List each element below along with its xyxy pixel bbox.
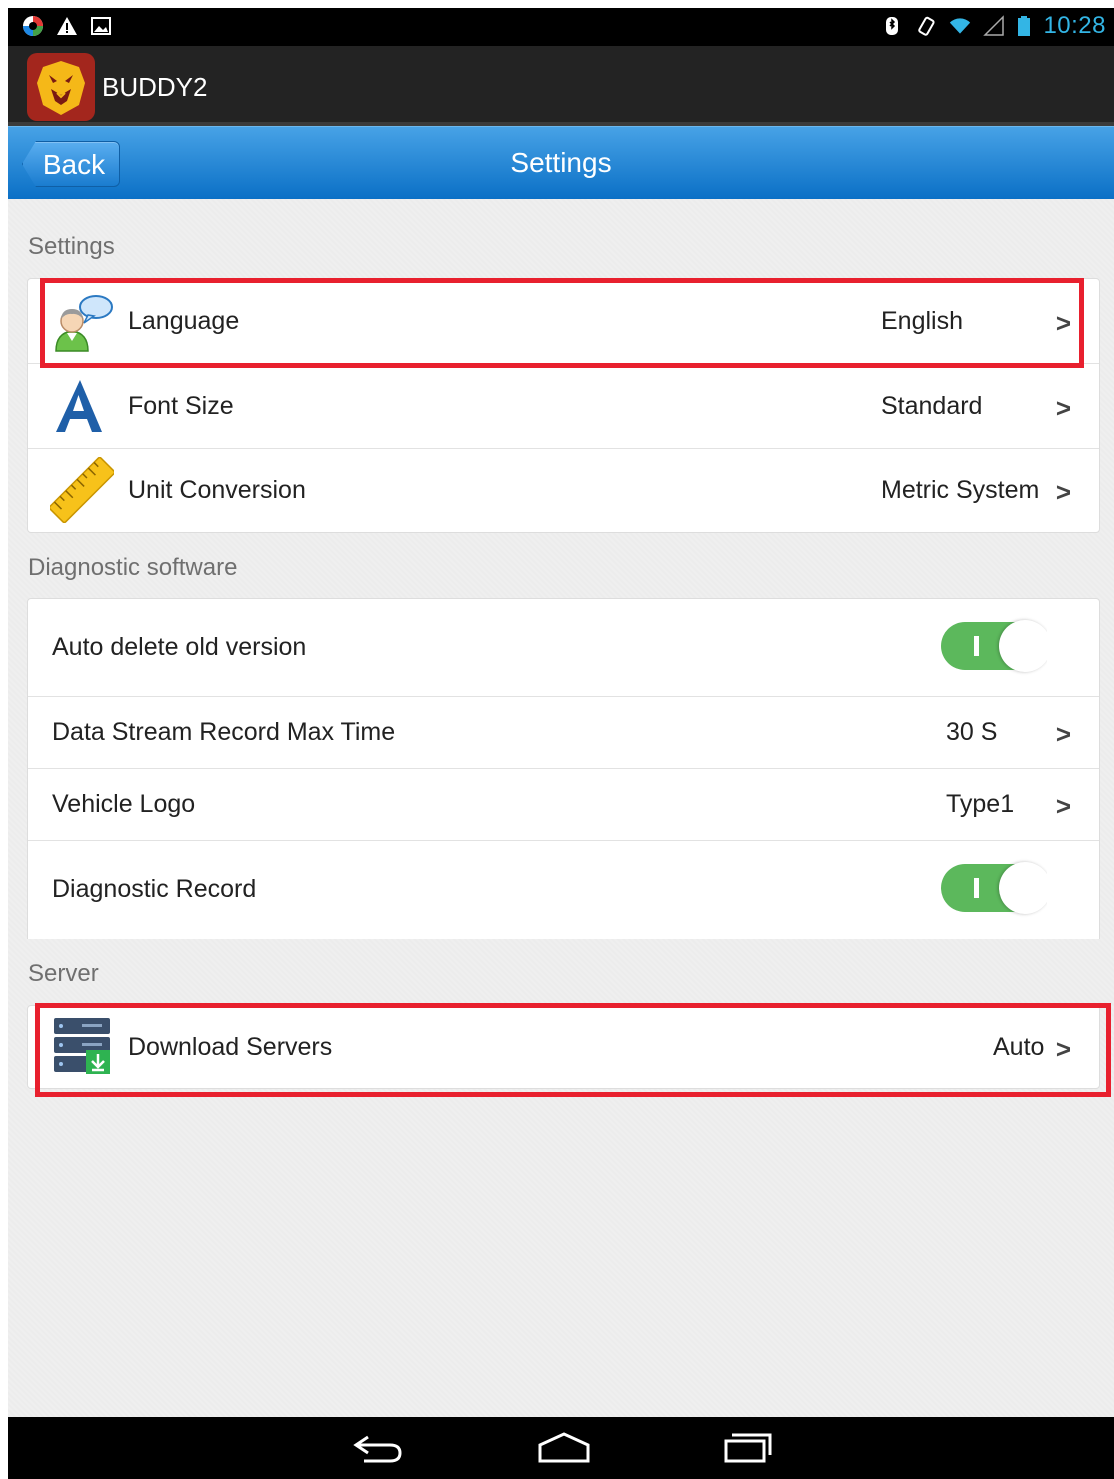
- app-title: BUDDY2: [102, 72, 208, 102]
- chevron-right-icon: >: [1055, 393, 1071, 423]
- warning-icon: [57, 17, 77, 35]
- language-person-icon: [55, 295, 113, 352]
- max-time-label: Data Stream Record Max Time: [52, 718, 396, 746]
- server-group: Download Servers Auto >: [27, 1005, 1100, 1089]
- navigation-bar: [8, 1417, 1114, 1479]
- diagnostic-record-label: Diagnostic Record: [52, 875, 257, 903]
- back-nav-icon[interactable]: [352, 1431, 404, 1465]
- max-time-value: 30 S: [946, 718, 998, 746]
- status-bar: 10:28: [8, 8, 1114, 46]
- server-download-icon: [54, 1018, 110, 1074]
- signal-icon: [983, 15, 1005, 36]
- app-notification-icon: [23, 16, 43, 36]
- font-size-label: Font Size: [128, 392, 234, 420]
- settings-group: Language English > Font Size Standard > …: [27, 278, 1100, 533]
- auto-delete-label: Auto delete old version: [52, 633, 307, 661]
- diagnostic-row-max-time[interactable]: Data Stream Record Max Time 30 S >: [28, 697, 1099, 769]
- diagnostic-row-auto-delete: Auto delete old version: [28, 599, 1099, 697]
- bluetooth-icon: [886, 17, 899, 35]
- font-a-icon: [56, 380, 102, 432]
- recent-apps-icon[interactable]: [722, 1431, 774, 1465]
- settings-row-font-size[interactable]: Font Size Standard >: [28, 364, 1099, 449]
- unit-conversion-value: Metric System: [881, 476, 1040, 504]
- toggle-on-mark: [974, 878, 979, 898]
- section-label-settings: Settings: [28, 233, 115, 260]
- diagnostic-record-toggle[interactable]: [941, 860, 1057, 920]
- home-nav-icon[interactable]: [536, 1431, 592, 1465]
- image-icon: [91, 17, 111, 35]
- chevron-right-icon: >: [1055, 477, 1071, 507]
- toggle-clip: [1047, 860, 1057, 920]
- chevron-right-icon: >: [1055, 1034, 1071, 1064]
- chevron-right-icon: >: [1055, 719, 1071, 749]
- server-row-download[interactable]: Download Servers Auto >: [28, 1006, 1099, 1088]
- battery-icon: [1018, 16, 1031, 36]
- toggle-clip: [1047, 618, 1057, 678]
- diagnostic-row-record: Diagnostic Record: [28, 841, 1099, 939]
- toggle-on-mark: [974, 636, 979, 656]
- download-servers-label: Download Servers: [128, 1033, 333, 1061]
- font-size-value: Standard: [881, 392, 983, 420]
- language-value: English: [881, 307, 963, 335]
- chevron-right-icon: >: [1055, 308, 1071, 338]
- diagnostic-group: Auto delete old version Data Stream Reco…: [27, 598, 1100, 939]
- lion-logo-icon: [27, 53, 95, 121]
- wifi-icon: [950, 18, 971, 34]
- language-label: Language: [128, 307, 240, 335]
- settings-header: Back Settings: [8, 126, 1114, 199]
- auto-delete-toggle[interactable]: [941, 618, 1057, 678]
- settings-row-language[interactable]: Language English >: [28, 279, 1099, 364]
- chevron-right-icon: >: [1055, 791, 1071, 821]
- toggle-knob: [999, 862, 1051, 914]
- page-title: Settings: [510, 147, 612, 178]
- section-label-server: Server: [28, 960, 99, 987]
- section-label-diagnostic: Diagnostic software: [28, 554, 238, 581]
- vehicle-logo-value: Type1: [946, 790, 1015, 818]
- toggle-knob: [999, 620, 1051, 672]
- settings-row-unit-conversion[interactable]: Unit Conversion Metric System >: [28, 449, 1099, 532]
- download-servers-value: Auto: [993, 1033, 1045, 1061]
- clock: 10:28: [1043, 12, 1106, 39]
- diagnostic-row-vehicle-logo[interactable]: Vehicle Logo Type1 >: [28, 769, 1099, 841]
- vehicle-logo-label: Vehicle Logo: [52, 790, 196, 818]
- unit-conversion-label: Unit Conversion: [128, 476, 306, 504]
- rotation-icon: [918, 16, 936, 36]
- ruler-icon: [50, 457, 114, 523]
- app-bar: BUDDY2: [8, 46, 1114, 126]
